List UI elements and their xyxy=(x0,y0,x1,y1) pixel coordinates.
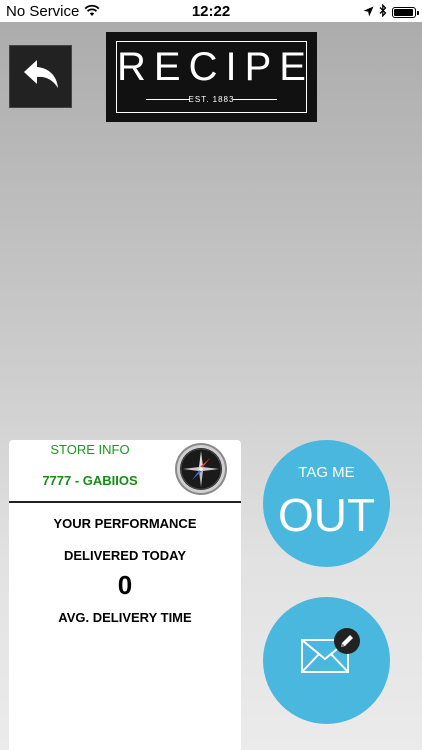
battery-icon xyxy=(392,7,419,18)
bluetooth-icon xyxy=(379,3,387,21)
avg-delivery-time-label: AVG. DELIVERY TIME xyxy=(58,610,192,625)
tag-me-out-button[interactable]: TAG ME OUT xyxy=(263,440,390,567)
clock: 12:22 xyxy=(191,3,231,20)
delivered-today-value: 0 xyxy=(117,570,133,600)
tag-me-label: TAG ME xyxy=(298,464,355,481)
store-info-title: STORE INFO xyxy=(50,442,130,457)
back-button[interactable] xyxy=(9,45,72,108)
store-code: 7777 - GABIIOS xyxy=(42,473,138,488)
location-arrow-icon xyxy=(363,4,374,21)
back-arrow-icon xyxy=(22,58,60,95)
store-info-card: STORE INFO 7777 - GABIIOS YOUR PERFORMAN… xyxy=(9,440,241,750)
divider xyxy=(9,501,241,503)
performance-title: YOUR PERFORMANCE xyxy=(53,516,197,531)
compass-icon[interactable] xyxy=(174,442,228,496)
brand-logo: RECIPE EST. 1883 xyxy=(106,32,317,122)
status-bar: No Service 12:22 xyxy=(0,0,422,22)
logo-subtext: EST. 1883 xyxy=(188,95,235,104)
delivered-today-label: DELIVERED TODAY xyxy=(63,548,187,563)
logo-text: RECIPE xyxy=(117,45,314,89)
pencil-icon xyxy=(333,627,361,660)
message-button[interactable] xyxy=(263,597,390,724)
out-label: OUT xyxy=(277,489,376,541)
